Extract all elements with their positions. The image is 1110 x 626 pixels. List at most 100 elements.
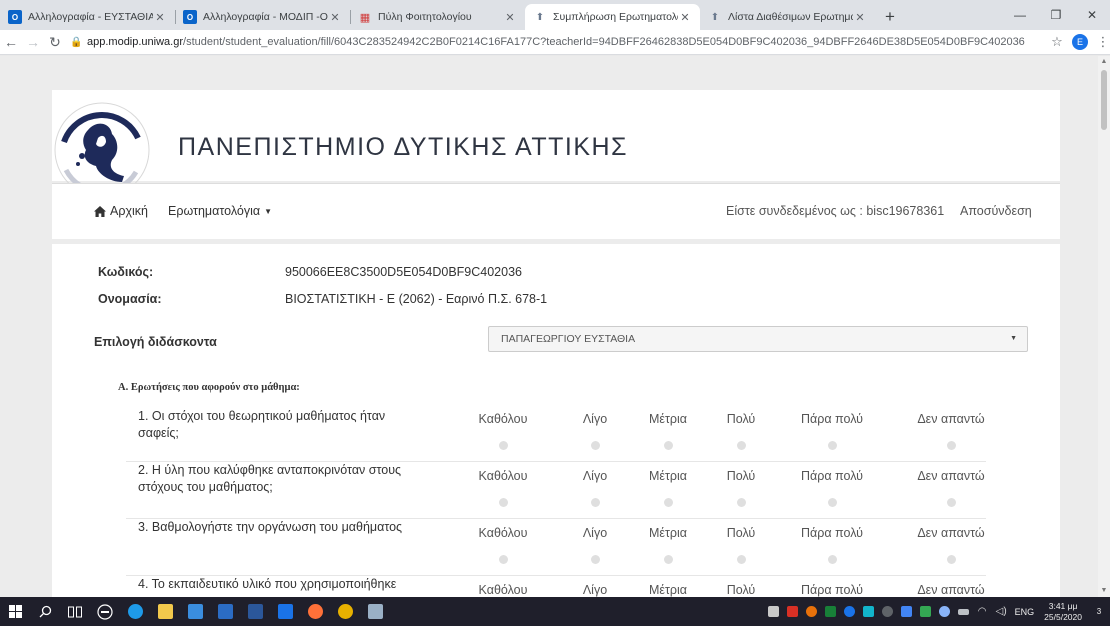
page-scrollbar[interactable]: ▲ ▼ xyxy=(1098,56,1110,597)
answer-option-label: Μέτρια xyxy=(648,412,688,426)
scroll-down-icon[interactable]: ▼ xyxy=(1098,585,1110,597)
question-row-3: 3. Βαθμολογήστε την οργάνωση του μαθήματ… xyxy=(126,519,986,576)
browser-tab-1[interactable]: O Αλληλογραφία - ΕΥΣΤΑΘΙΑ ΠΑΠ ✕ xyxy=(0,4,175,30)
notification-count: 3 xyxy=(1096,607,1102,616)
close-icon[interactable]: ✕ xyxy=(328,11,342,24)
answer-radio[interactable] xyxy=(827,441,837,450)
input-language[interactable]: ENG xyxy=(1011,607,1039,617)
wifi-icon[interactable]: ◠ xyxy=(973,597,992,626)
windows-taskbar: ◠ ◁) ENG 3:41 μμ 25/5/2020 3 xyxy=(0,597,1110,626)
question-text: 4. Το εκπαιδευτικό υλικό που χρησιμοποιή… xyxy=(138,577,397,591)
scroll-up-icon[interactable]: ▲ xyxy=(1098,56,1110,68)
close-icon[interactable]: ✕ xyxy=(503,11,517,24)
answer-radio[interactable] xyxy=(590,555,600,564)
new-tab-button[interactable]: + xyxy=(877,4,903,30)
close-icon[interactable]: ✕ xyxy=(678,11,692,24)
browser-tab-bar: O Αλληλογραφία - ΕΥΣΤΑΘΙΑ ΠΑΠ ✕ O Αλληλο… xyxy=(0,0,1110,30)
notification-center-icon[interactable]: 3 xyxy=(1088,597,1110,626)
browser-tab-3[interactable]: ▦ Πύλη Φοιτητολογίου ✕ xyxy=(350,4,525,30)
logout-link[interactable]: Αποσύνδεση xyxy=(960,204,1032,218)
profile-avatar[interactable]: E xyxy=(1072,34,1088,50)
forward-icon[interactable]: → xyxy=(22,34,44,50)
tray-app-icon[interactable] xyxy=(802,597,821,626)
answer-radio[interactable] xyxy=(663,441,673,450)
answer-option-label: Μέτρια xyxy=(648,469,688,483)
url-input[interactable]: 🔒 app.modip.uniwa.gr/student/student_eva… xyxy=(70,32,1040,53)
nav-questionnaires-dropdown[interactable]: Ερωτηματολόγια ▼ xyxy=(168,204,272,218)
tab-title: Αλληλογραφία - ΕΥΣΤΑΘΙΑ ΠΑΠ xyxy=(28,11,153,23)
back-icon[interactable]: ← xyxy=(0,34,22,50)
answer-radio[interactable] xyxy=(736,498,746,507)
university-name: ΠΑΝΕΠΙΣΤΗΜΙΟ ΔΥΤΙΚΗΣ ΑΤΤΙΚΗΣ xyxy=(178,133,628,161)
word-icon[interactable] xyxy=(240,597,270,626)
browser-tab-5[interactable]: ⬆ Λίστα Διαθέσιμων Ερωτηματολ ✕ xyxy=(700,4,875,30)
windows-start-icon[interactable] xyxy=(0,597,30,626)
answer-radio[interactable] xyxy=(946,498,956,507)
browser-tab-2[interactable]: O Αλληλογραφία - ΜΟΔΙΠ -Outlo ✕ xyxy=(175,4,350,30)
volume-icon[interactable]: ◁) xyxy=(992,597,1011,626)
tray-app-icon[interactable] xyxy=(916,597,935,626)
tray-app-icon[interactable] xyxy=(840,597,859,626)
answer-radio[interactable] xyxy=(663,498,673,507)
task-view-icon[interactable] xyxy=(60,597,90,626)
answer-option-label: Καθόλου xyxy=(478,469,528,483)
answer-option-label: Λίγο xyxy=(582,412,608,426)
browser-tab-4[interactable]: ⬆ Συμπλήρωση Ερωτηματολογίου ✕ xyxy=(525,4,700,30)
section-a-title: Α. Ερωτήσεις που αφορούν στο μάθημα: xyxy=(118,382,300,393)
answer-radio[interactable] xyxy=(590,441,600,450)
restore-icon[interactable]: ❐ xyxy=(1038,0,1074,30)
portal-icon: ▦ xyxy=(359,11,371,24)
menu-kebab-icon[interactable]: ⋮ xyxy=(1096,34,1110,50)
answer-option-label: Καθόλου xyxy=(478,412,528,426)
nav-home-link[interactable]: Αρχική xyxy=(94,204,148,218)
answer-radio[interactable] xyxy=(498,441,508,450)
bluetooth-icon[interactable] xyxy=(897,597,916,626)
mail-icon[interactable] xyxy=(210,597,240,626)
answer-radio[interactable] xyxy=(946,441,956,450)
page-viewport: ΠΑΝΕΠΙΣΤΗΜΙΟ ΔΥΤΙΚΗΣ ΑΤΤΙΚΗΣ Αρχική Ερωτ… xyxy=(0,56,1098,597)
store-icon[interactable] xyxy=(180,597,210,626)
url-host: app.modip.uniwa.gr xyxy=(87,36,184,48)
answer-option-label: Πολύ xyxy=(726,583,756,597)
tray-app-icon[interactable] xyxy=(764,597,783,626)
bookmark-star-icon[interactable]: ☆ xyxy=(1046,34,1068,50)
scroll-thumb[interactable] xyxy=(1101,70,1107,130)
media-player-icon[interactable] xyxy=(270,597,300,626)
minimize-icon[interactable]: — xyxy=(1002,0,1038,30)
answer-radio[interactable] xyxy=(736,441,746,450)
course-name-label: Ονομασία: xyxy=(98,292,162,306)
teacher-select[interactable]: ΠΑΠΑΓΕΩΡΓΙΟΥ ΕΥΣΤΑΘΙΑ ▼ xyxy=(488,326,1028,352)
close-icon[interactable]: ✕ xyxy=(853,11,867,24)
answer-radio[interactable] xyxy=(590,498,600,507)
internet-explorer-icon[interactable] xyxy=(120,597,150,626)
close-window-icon[interactable]: ✕ xyxy=(1074,0,1110,30)
close-icon[interactable]: ✕ xyxy=(153,11,167,24)
firefox-icon[interactable] xyxy=(300,597,330,626)
tray-app-icon[interactable] xyxy=(878,597,897,626)
answer-option-label: Δεν απαντώ xyxy=(917,583,985,597)
caret-down-icon: ▼ xyxy=(264,207,273,217)
chrome-icon[interactable] xyxy=(330,597,360,626)
system-clock[interactable]: 3:41 μμ 25/5/2020 xyxy=(1038,601,1088,623)
outlook-icon: O xyxy=(8,10,22,24)
system-tray: ◠ ◁) ENG 3:41 μμ 25/5/2020 3 xyxy=(764,597,1110,626)
answer-radio[interactable] xyxy=(498,555,508,564)
file-explorer-icon[interactable] xyxy=(150,597,180,626)
answer-radio[interactable] xyxy=(946,555,956,564)
tray-app-icon[interactable] xyxy=(783,597,802,626)
battery-icon[interactable] xyxy=(954,597,973,626)
answer-radio[interactable] xyxy=(827,498,837,507)
app-icon[interactable] xyxy=(360,597,390,626)
dell-icon[interactable] xyxy=(90,597,120,626)
reload-icon[interactable]: ↻ xyxy=(44,34,66,51)
search-icon[interactable] xyxy=(30,597,60,626)
tray-app-icon[interactable] xyxy=(935,597,954,626)
answer-radio[interactable] xyxy=(498,498,508,507)
answer-option-label: Μέτρια xyxy=(648,526,688,540)
answer-radio[interactable] xyxy=(736,555,746,564)
answer-radio[interactable] xyxy=(827,555,837,564)
tray-app-icon[interactable] xyxy=(859,597,878,626)
answer-option-label: Δεν απαντώ xyxy=(917,412,985,426)
tray-app-icon[interactable] xyxy=(821,597,840,626)
answer-radio[interactable] xyxy=(663,555,673,564)
